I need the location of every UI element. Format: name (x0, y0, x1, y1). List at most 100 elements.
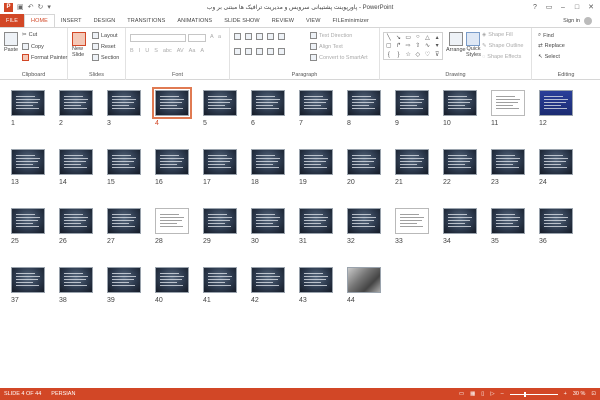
slide-thumbnail[interactable]: 8 (347, 90, 381, 127)
slide-thumbnail[interactable]: 24 (539, 149, 573, 186)
slide-thumbnail[interactable]: 38 (59, 267, 93, 304)
tab-design[interactable]: DESIGN (88, 14, 122, 27)
format-painter-button[interactable]: Format Painter (22, 54, 67, 61)
reset-button[interactable]: Reset (92, 43, 115, 50)
slide-thumbnail[interactable]: 30 (251, 208, 285, 245)
expand-shapes-icon[interactable]: ⊽ (432, 50, 442, 59)
tab-slide-show[interactable]: SLIDE SHOW (218, 14, 266, 27)
language-indicator[interactable]: PERSIAN (51, 391, 75, 397)
tab-transitions[interactable]: TRANSITIONS (121, 14, 171, 27)
slide-thumbnail[interactable]: 43 (299, 267, 333, 304)
zoom-in-button[interactable]: + (564, 391, 567, 397)
close-button[interactable]: ✕ (584, 0, 598, 14)
align-right-icon[interactable] (256, 48, 263, 55)
text-direction-button[interactable]: Text Direction (310, 32, 352, 39)
strikethrough-icon[interactable]: abc (163, 48, 172, 54)
zoom-level[interactable]: 30 % (573, 391, 586, 397)
undo-icon[interactable]: ↶ (28, 3, 34, 11)
slide-thumbnail[interactable]: 27 (107, 208, 141, 245)
paste-button[interactable]: Paste (4, 32, 18, 53)
slide-thumbnail[interactable]: 39 (107, 267, 141, 304)
tab-review[interactable]: REVIEW (266, 14, 300, 27)
brace-close-shape-icon[interactable]: } (394, 50, 404, 59)
tab-insert[interactable]: INSERT (55, 14, 88, 27)
slide-sorter[interactable]: 1 2 3 4 5 6 7 8 9 10 11 12 13 14 15 16 17 18 19 20 21 22 23 24 2… (0, 80, 600, 388)
slideshow-view-icon[interactable]: ▷ (490, 391, 494, 397)
curve-shape-icon[interactable]: ∿ (423, 42, 433, 51)
decrease-indent-icon[interactable] (256, 33, 263, 40)
underline-icon[interactable]: U (145, 48, 149, 54)
zoom-out-button[interactable]: – (501, 391, 504, 397)
layout-button[interactable]: Layout (92, 32, 118, 39)
font-color-icon[interactable]: A (200, 48, 204, 54)
tab-animations[interactable]: ANIMATIONS (171, 14, 218, 27)
scroll-shapes-icon[interactable]: ▾ (432, 42, 442, 51)
tab-view[interactable]: VIEW (300, 14, 326, 27)
shrink-font-icon[interactable]: a (218, 34, 221, 40)
shape-fill-button[interactable]: ◈ Shape Fill (482, 32, 513, 38)
slide-thumbnail[interactable]: 32 (347, 208, 381, 245)
shadow-icon[interactable]: S (154, 48, 158, 54)
slide-thumbnail[interactable]: 17 (203, 149, 237, 186)
heart-shape-icon[interactable]: ♡ (423, 50, 433, 59)
align-left-icon[interactable] (234, 48, 241, 55)
normal-view-icon[interactable]: ▭ (459, 391, 464, 397)
slide-thumbnail[interactable]: 35 (491, 208, 525, 245)
oval-shape-icon[interactable]: ○ (413, 33, 423, 42)
slide-sorter-view-icon[interactable]: ▦ (470, 391, 475, 397)
zoom-slider-handle[interactable] (523, 391, 526, 397)
slide-thumbnail[interactable]: 34 (443, 208, 477, 245)
slide-thumbnail[interactable]: 11 (491, 90, 525, 127)
tab-file[interactable]: FILE (0, 14, 25, 27)
find-button[interactable]: ⌕ Find (538, 32, 554, 39)
slide-thumbnail[interactable]: 31 (299, 208, 333, 245)
slide-thumbnail[interactable]: 36 (539, 208, 573, 245)
tab-home[interactable]: HOME (24, 14, 55, 27)
line-spacing-icon[interactable] (278, 33, 285, 40)
grow-font-icon[interactable]: A (210, 34, 214, 40)
reading-view-icon[interactable]: ▯ (481, 391, 484, 397)
replace-button[interactable]: ⇄ Replace (538, 43, 565, 49)
bold-icon[interactable]: B (130, 48, 134, 54)
slide-thumbnail[interactable]: 7 (299, 90, 333, 127)
new-slide-button[interactable]: New Slide (72, 32, 86, 58)
slide-thumbnail[interactable]: 2 (59, 90, 93, 127)
slide-thumbnail[interactable]: 29 (203, 208, 237, 245)
slide-thumbnail[interactable]: 20 (347, 149, 381, 186)
numbering-icon[interactable] (245, 33, 252, 40)
copy-button[interactable]: Copy (22, 43, 44, 50)
slide-thumbnail[interactable]: 28 (155, 208, 189, 245)
slide-thumbnail[interactable]: 3 (107, 90, 141, 127)
font-name-input[interactable] (130, 34, 186, 42)
slide-thumbnail[interactable]: 26 (59, 208, 93, 245)
italic-icon[interactable]: I (139, 48, 141, 54)
rectangle-shape-icon[interactable]: ▭ (403, 33, 413, 42)
slide-thumbnail[interactable]: 42 (251, 267, 285, 304)
font-size-input[interactable] (188, 34, 206, 42)
line-shape-icon[interactable]: ╲ (384, 33, 394, 42)
shape-outline-button[interactable]: ✎ Shape Outline (482, 43, 523, 49)
slide-thumbnail[interactable]: 41 (203, 267, 237, 304)
bullets-icon[interactable] (234, 33, 241, 40)
more-shapes-icon[interactable]: ▴ (432, 33, 442, 42)
slide-thumbnail[interactable]: 15 (107, 149, 141, 186)
slide-thumbnail[interactable]: 40 (155, 267, 189, 304)
slide-thumbnail[interactable]: 16 (155, 149, 189, 186)
minimize-button[interactable]: – (556, 0, 570, 14)
slide-thumbnail[interactable]: 9 (395, 90, 429, 127)
shape-effects-button[interactable]: ◌ Shape Effects (482, 54, 521, 60)
redo-icon[interactable]: ↻ (38, 3, 44, 11)
section-button[interactable]: Section (92, 54, 119, 61)
quick-styles-button[interactable]: Quick Styles (466, 32, 481, 58)
slide-thumbnail[interactable]: 18 (251, 149, 285, 186)
slide-thumbnail[interactable]: 25 (11, 208, 45, 245)
slide-thumbnail[interactable]: 33 (395, 208, 429, 245)
shapes-gallery[interactable]: ╲ ↘ ▭ ○ △ ▴ ▢ ↱ ⇨ ⇧ ∿ ▾ { } ☆ ◇ ♡ ⊽ (383, 32, 443, 60)
slide-thumbnail[interactable]: 12 (539, 90, 573, 127)
tab-fileminimizer[interactable]: FILEminimizer (327, 14, 375, 27)
right-arrow-shape-icon[interactable]: ⇨ (403, 42, 413, 51)
slide-thumbnail[interactable]: 4 (152, 87, 192, 127)
justify-icon[interactable] (267, 48, 274, 55)
slide-thumbnail[interactable]: 19 (299, 149, 333, 186)
increase-indent-icon[interactable] (267, 33, 274, 40)
